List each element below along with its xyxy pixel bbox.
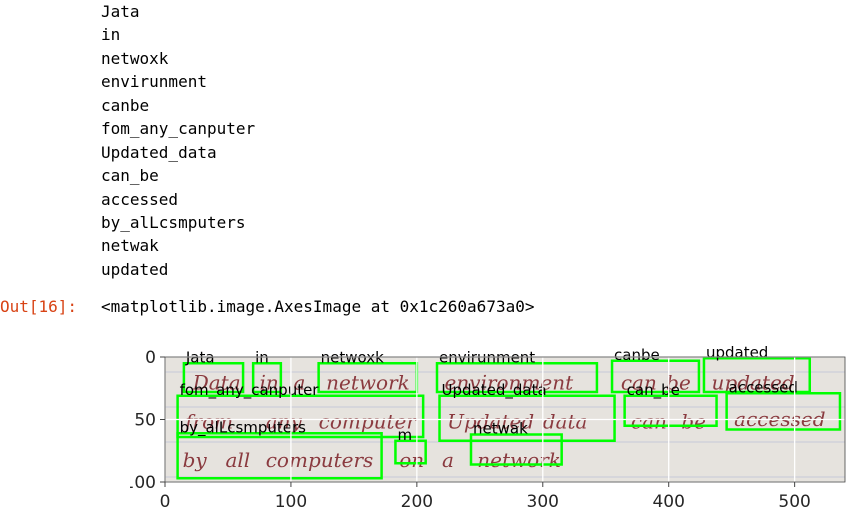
detection-label: can_be <box>627 381 680 400</box>
detection-label: updated <box>706 345 768 361</box>
matplotlib-figure: Data in a network environment can be updatedfro… <box>130 345 846 512</box>
handwritten-word: network <box>477 448 561 472</box>
y-tick-label: 100 <box>130 473 156 493</box>
handwritten-word: computers <box>266 448 374 472</box>
detection-label: Updated_data <box>442 381 547 400</box>
stdout-line: updated <box>101 259 169 279</box>
detection-label: canbe <box>614 346 660 364</box>
handwritten-word: accessed <box>734 407 825 431</box>
output-repr: <matplotlib.image.AxesImage at 0x1c260a6… <box>101 297 535 316</box>
detection-label: m <box>397 426 412 444</box>
y-tick-label: 50 <box>134 411 156 431</box>
stdout-line: canbe <box>101 95 150 115</box>
stdout-line: Jata <box>101 2 140 21</box>
y-tick-label: 0 <box>145 348 156 368</box>
handwritten-word: data <box>543 409 588 433</box>
stdout-line: netwoxk <box>101 48 169 68</box>
handwritten-word: on <box>399 448 424 472</box>
detection-label: by_alLcsmputers <box>180 418 307 437</box>
handwritten-word: a <box>442 448 454 472</box>
stdout-line: Updated_data <box>101 142 217 162</box>
handwritten-word: can <box>631 409 667 433</box>
detection-label: accessed <box>729 378 798 396</box>
x-tick-label: 400 <box>652 492 684 512</box>
stdout-line: fom_any_canputer <box>101 119 256 139</box>
handwritten-word: be <box>681 409 706 433</box>
x-tick-label: 500 <box>778 492 810 512</box>
detection-label: fom_any_canputer <box>180 381 320 400</box>
x-tick-label: 200 <box>401 492 433 512</box>
x-tick-label: 300 <box>527 492 559 512</box>
handwritten-word: all <box>225 448 250 472</box>
handwritten-word: by <box>183 448 208 472</box>
stdout-output: Jata in netwoxk envirunment canbe fom_any_can… <box>101 0 255 281</box>
detection-label: netwak <box>473 420 528 438</box>
output-prompt: Out[16]: <box>0 297 78 316</box>
x-tick-label: 0 <box>160 492 171 512</box>
stdout-line: accessed <box>101 189 179 209</box>
stdout-line: netwak <box>101 236 159 256</box>
x-tick-label: 100 <box>275 492 307 512</box>
stdout-line: in <box>101 25 121 45</box>
stdout-line: by_alLcsmputers <box>101 212 246 232</box>
stdout-line: envirunment <box>101 72 207 92</box>
stdout-line: can_be <box>101 166 159 186</box>
